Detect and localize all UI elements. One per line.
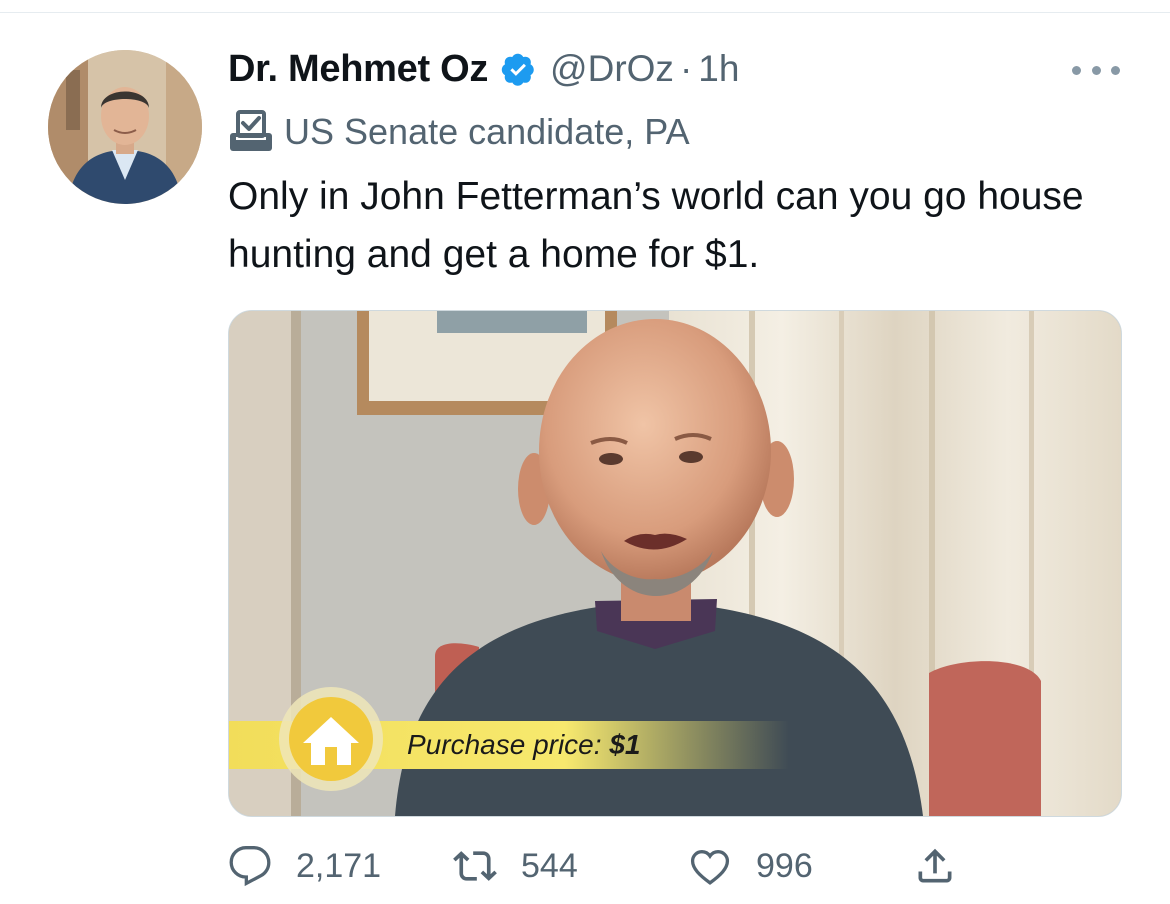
top-divider [0,12,1170,13]
tweet-media[interactable]: Purchase price: $1 [228,310,1122,817]
like-count: 996 [756,846,813,885]
overlay-value: $1 [609,729,641,760]
overlay-label: Purchase price: [407,729,602,760]
account-label-text: US Senate candidate, PA [284,111,690,152]
reply-count: 2,171 [296,846,382,885]
account-label[interactable]: US Senate candidate, PA [228,106,690,158]
retweet-button[interactable]: 544 [453,838,578,894]
retweet-icon [453,851,497,881]
author-handle[interactable]: @DrOz [550,48,674,90]
tweet-timestamp[interactable]: 1h [698,48,739,90]
author-avatar[interactable] [48,50,202,204]
heart-icon [690,850,730,885]
reply-button[interactable]: 2,171 [228,838,381,894]
more-dot [1091,65,1101,75]
like-button[interactable]: 996 [688,838,813,894]
tweet-text: Only in John Fetterman’s world can you g… [228,175,1084,276]
separator-dot: · [679,48,693,89]
retweet-count: 544 [521,846,578,885]
house-icon [279,687,383,791]
more-dot [1072,65,1081,75]
share-icon [918,848,952,883]
ballot-box-icon [230,110,272,151]
more-dot [1111,65,1120,75]
author-name[interactable]: Dr. Mehmet Oz [228,48,488,91]
verified-badge-icon [500,51,536,87]
overlay-text: Purchase price: $1 [407,720,640,770]
reply-icon [229,846,271,887]
more-options-icon[interactable] [1072,58,1120,82]
tweet-header: Dr. Mehmet Oz @DrOz · 1h [228,44,739,94]
share-button[interactable] [913,838,957,894]
tweet-actions: 2,171 544 996 [228,838,988,894]
